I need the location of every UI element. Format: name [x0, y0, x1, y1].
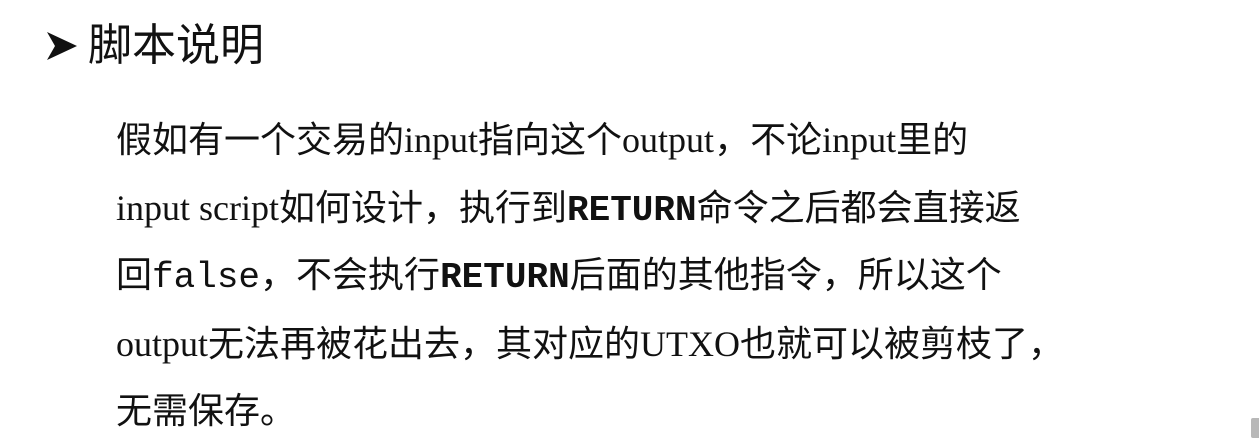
code-return: RETURN [440, 257, 570, 298]
paragraph-line-2: input script如何设计，执行到RETURN命令之后都会直接返 [116, 174, 1256, 242]
slide-heading: 脚本说明 [44, 14, 264, 78]
text-run: 无需保存。 [116, 391, 297, 432]
keyword-input: input [404, 120, 479, 160]
keyword-output: output [622, 120, 715, 160]
paragraph-line-3: 回false，不会执行RETURN后面的其他指令，所以这个 [116, 242, 1256, 310]
text-run: 命令之后都会直接返 [696, 188, 1021, 229]
text-run: 里的 [896, 120, 969, 161]
paragraph-line-5: 无需保存。 [116, 378, 1256, 446]
scrollbar-thumb[interactable] [1251, 418, 1259, 438]
text-run: 无法再被花出去，其对应的 [208, 324, 641, 365]
script-description-paragraph: 假如有一个交易的input指向这个output，不论input里的 input … [116, 106, 1256, 446]
keyword-input-script: input script [116, 188, 279, 228]
keyword-utxo: UTXO [640, 324, 741, 364]
keyword-input: input [822, 120, 897, 160]
arrowhead-bullet-icon [44, 26, 80, 66]
heading-text: 脚本说明 [88, 20, 264, 71]
text-run: ，不论 [714, 120, 823, 161]
text-run: 回 [116, 255, 153, 296]
keyword-output: output [116, 324, 209, 364]
text-run: 假如有一个交易的 [116, 120, 405, 161]
text-run: 指向这个 [478, 120, 623, 161]
code-return: RETURN [567, 190, 697, 231]
text-run: 也就可以被剪枝了， [740, 324, 1065, 365]
slide: 脚本说明 假如有一个交易的input指向这个output，不论input里的 i… [0, 0, 1259, 446]
text-run: 后面的其他指令，所以这个 [569, 255, 1002, 296]
paragraph-line-4: output无法再被花出去，其对应的UTXO也就可以被剪枝了， [116, 310, 1256, 378]
text-run: 如何设计，执行到 [278, 188, 567, 229]
paragraph-line-1: 假如有一个交易的input指向这个output，不论input里的 [116, 106, 1256, 174]
code-false: false [152, 257, 261, 298]
text-run: ，不会执行 [260, 255, 441, 296]
